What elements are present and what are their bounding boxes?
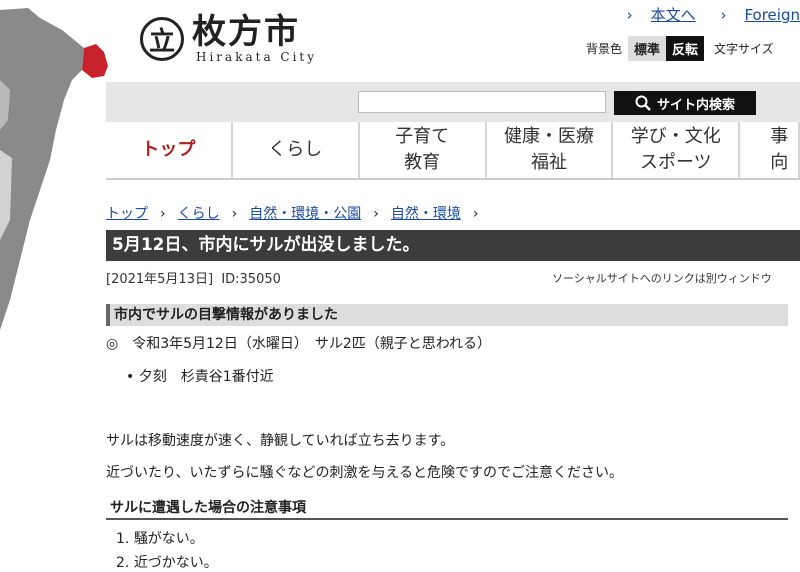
bg-color-label: 背景色	[586, 42, 623, 56]
list-item: 1. 騒がない。	[116, 531, 204, 547]
bullet-icon: •	[126, 369, 139, 385]
global-nav: トップ くらし 子育て 教育 健康・医療 福祉 学び・文化 スポーツ 事 向	[106, 122, 800, 180]
chevron-right-icon: ›	[472, 206, 479, 222]
city-emblem-icon: 立	[140, 17, 184, 61]
text-size-label: 文字サイズ	[714, 42, 774, 56]
skip-to-main-link[interactable]: 本文へ	[651, 6, 696, 24]
section-heading-sighting: 市内でサルの目撃情報がありました	[106, 304, 788, 326]
nav-label: 子育て	[395, 126, 450, 147]
social-note: ソーシャルサイトへのリンクは別ウィンドウ	[552, 272, 772, 285]
list-item: 2. 近づかない。	[116, 555, 218, 571]
nav-label: 学び・文化	[630, 126, 721, 147]
search-bar: サイト内検索	[106, 82, 800, 122]
page-meta: [2021年5月13日] ID:35050	[106, 268, 281, 287]
page-id: ID:35050	[221, 272, 281, 287]
chevron-right-icon: ›	[160, 206, 166, 222]
list-text: 近づかない。	[133, 555, 218, 571]
nav-item-culture[interactable]: 学び・文化 スポーツ	[613, 122, 741, 178]
nav-label: 事	[770, 126, 789, 147]
breadcrumb-nature-parks[interactable]: 自然・環境・公園	[249, 206, 361, 222]
nav-label: トップ	[141, 139, 196, 160]
nav-item-childcare[interactable]: 子育て 教育	[359, 122, 487, 178]
logo-name: 枚方市	[192, 12, 300, 52]
list-item: • 夕刻 杉責谷1番付近	[126, 366, 274, 386]
breadcrumb-nature[interactable]: 自然・環境	[391, 206, 461, 222]
display-preferences: 背景色 標準 反転 文字サイズ	[586, 36, 780, 61]
publish-date: [2021年5月13日]	[106, 272, 214, 287]
logo-subtitle: Hirakata City	[196, 50, 318, 64]
nav-item-living[interactable]: くらし	[232, 122, 360, 178]
bg-standard-button[interactable]: 標準	[628, 36, 667, 61]
nav-label: くらし	[268, 139, 323, 160]
top-links: › 本文へ › Foreign	[627, 4, 800, 25]
paragraph: サルは移動速度が速く、静観していれば立ち去ります。	[106, 433, 455, 449]
breadcrumb-living[interactable]: くらし	[178, 206, 220, 222]
chevron-right-icon: ›	[373, 206, 379, 222]
nav-label: 健康・医療	[503, 126, 594, 147]
site-logo[interactable]: 立 枚方市 Hirakata City	[140, 10, 317, 68]
search-input[interactable]	[358, 91, 606, 113]
page-title: 5月12日、市内にサルが出没しました。	[106, 230, 800, 261]
section-heading-precautions: サルに遭遇した場合の注意事項	[106, 498, 788, 520]
nav-label: 向	[770, 152, 789, 173]
breadcrumb-top[interactable]: トップ	[106, 206, 148, 222]
foreign-language-link[interactable]: Foreign	[744, 6, 800, 24]
nav-label: 福祉	[530, 152, 567, 173]
bullet-text: 夕刻 杉責谷1番付近	[138, 369, 274, 385]
search-icon	[635, 95, 651, 111]
chevron-right-icon: ›	[626, 6, 633, 24]
chevron-right-icon: ›	[231, 206, 238, 222]
list-text: 騒がない。	[133, 531, 204, 547]
sighting-details: ◎ 令和3年5月12日（水曜日） サル2匹（親子と思われる）	[106, 336, 492, 352]
site-search-button[interactable]: サイト内検索	[614, 91, 756, 115]
nav-item-business[interactable]: 事 向	[740, 122, 800, 178]
breadcrumb: トップ › くらし › 自然・環境・公園 › 自然・環境 ›	[106, 203, 490, 223]
nav-item-health[interactable]: 健康・医療 福祉	[486, 122, 614, 178]
bg-reverse-button[interactable]: 反転	[666, 36, 705, 61]
search-button-label: サイト内検索	[656, 97, 735, 113]
chevron-right-icon: ›	[720, 6, 727, 24]
nav-label: 教育	[404, 152, 441, 173]
nav-item-top[interactable]: トップ	[106, 122, 233, 178]
paragraph: 近づいたり、いたずらに騒ぐなどの刺激を与えると危険ですのでご注意ください。	[106, 465, 624, 481]
nav-label: スポーツ	[639, 152, 712, 173]
